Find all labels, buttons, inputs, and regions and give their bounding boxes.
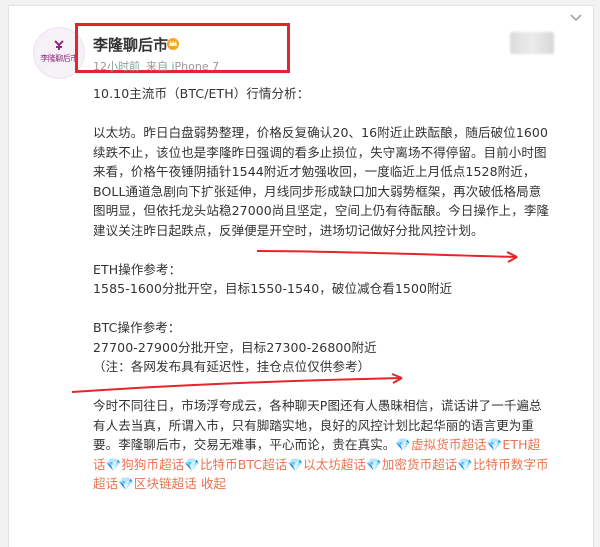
btc-title: BTC操作参考：	[93, 320, 181, 335]
post-title: 10.10主流币（BTC/ETH）行情分析：	[93, 86, 310, 101]
para1-line: 图明显，但依托龙头站稳27000尚且坚定，空间上仍有待酝酿。今日操作上，李隆	[93, 203, 550, 218]
para1-line: 以太坊。昨日白盘弱势整理，价格反复确认20、16附近止跌酝酿，随后破位1600	[93, 125, 549, 140]
tag-link[interactable]: 💎狗狗币超话	[106, 457, 185, 472]
tag-link[interactable]: 💎虚拟货币超话	[395, 437, 486, 452]
btc-line: 27700-27900分批开空，目标27300-26800附近	[93, 339, 377, 355]
tag-link[interactable]: 💎比特币BTC超话	[184, 457, 287, 472]
tag-link[interactable]: 💎加密货币超话	[366, 457, 457, 472]
collapse-link[interactable]: 收起	[201, 476, 226, 491]
arrow-annotation	[71, 373, 403, 393]
para2-line: 要。李隆聊后市，交易无难事，平心而论，贵在真实。	[93, 437, 396, 452]
tag-link[interactable]: 话	[93, 457, 106, 472]
follow-button[interactable]	[510, 32, 554, 54]
tag-link[interactable]: 💎比特币数字币	[457, 457, 548, 472]
post-time[interactable]: 12小时前	[93, 60, 140, 73]
tag-link[interactable]: 💎ETH超	[487, 437, 541, 452]
eth-line: 1585-1600分批开空，目标1550-1540，破位减仓看1500附近	[93, 281, 453, 296]
post-meta: 12小时前 来自 iPhone 7	[93, 58, 225, 74]
para1-line: BOLL通道急剧向下扩张延伸，月线同步形成缺口加大弱势框架，再次破低格局意	[93, 183, 542, 199]
tag-link[interactable]: 💎以太坊超话	[287, 457, 366, 472]
username[interactable]: 李隆聊后市	[93, 34, 168, 55]
para2-line: 今时不同往日，市场浮夸成云，各种聊天P图还有人愚昧相信，谎话讲了一千遍总	[93, 398, 542, 413]
post-source: 来自 iPhone 7	[146, 60, 220, 73]
tags-row: 超话💎区块链超话 收起	[93, 474, 583, 494]
para1-line: 建议关注昨日起跌点，反弹便是开空时，进场切记做好分批风控计划。	[93, 222, 484, 238]
crown-icon	[167, 38, 179, 50]
para1-line: 来看，价格午夜锤阴插针1544附近才勉强收回，一度临近上月低点1528附近，	[93, 164, 536, 179]
para2-line: 有人去当真，所谓入市，只有脚踏实地，良好的风控计划比起华丽的语言更为重	[93, 417, 535, 433]
chevron-down-icon[interactable]	[570, 14, 582, 22]
arrow-annotation	[256, 250, 518, 263]
para1-line: 续跌不止，该位也是李隆昨日强调的看多止损位，失守离场不得停留。目前小时图	[93, 144, 547, 160]
tag-link[interactable]: 💎区块链超话	[118, 476, 197, 491]
post-body: 10.10主流币（BTC/ETH）行情分析： 以太坊。昨日白盘弱势整理，价格反复…	[93, 84, 583, 494]
para2-line-with-tags: 要。李隆聊后市，交易无难事，平心而论，贵在真实。💎虚拟货币超话💎ETH超	[93, 435, 583, 455]
tag-link[interactable]: 超话	[93, 476, 118, 491]
tags-row: 话💎狗狗币超话💎比特币BTC超话💎以太坊超话💎加密货币超话💎比特币数字币	[93, 455, 583, 475]
